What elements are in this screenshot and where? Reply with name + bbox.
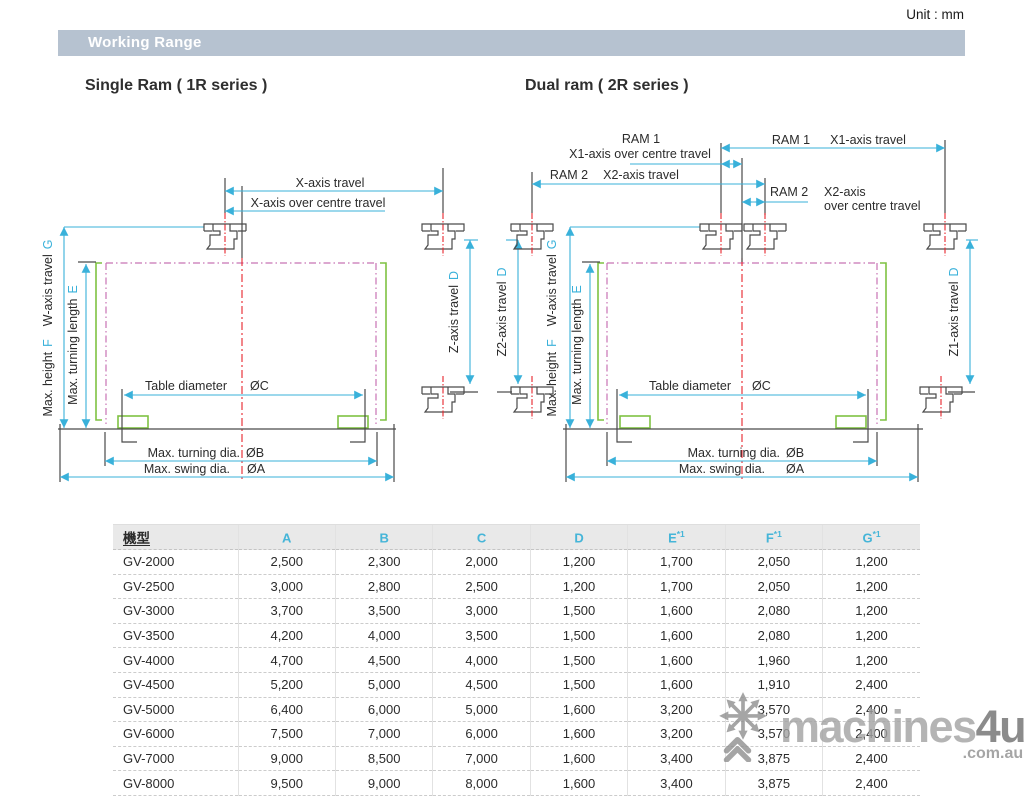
table-row: GV-2500 3,0002,800 2,5001,200 1,7002,050… — [113, 574, 920, 599]
ram2-label-right: RAM 2 — [770, 185, 808, 199]
single-ram-diagram: X-axis travel X-axis over centre travel … — [30, 118, 500, 510]
ram1-over-centre — [700, 213, 742, 256]
table-row: GV-4000 4,7004,500 4,0001,500 1,6001,960… — [113, 648, 920, 673]
turning-length-dimension: Max. turning lengthE — [570, 264, 590, 428]
brochure-page: { "header": { "unit_label": "Unit : mm",… — [0, 0, 1024, 768]
col-header-g: G*1 — [823, 525, 920, 550]
ram-top-left — [204, 213, 246, 256]
spec-table: 機型 A B C D E*1 F*1 G*1 GV-2000 2,5002,30… — [113, 524, 920, 796]
swing-dia-label: Max. swing dia. — [144, 462, 230, 476]
turning-length-dimension: Max. turning lengthE — [66, 264, 86, 428]
ram2-label-left: RAM 2 — [550, 168, 588, 182]
table-row: GV-7000 9,0008,500 7,0001,600 3,4003,875… — [113, 746, 920, 771]
col-header-b: B — [335, 525, 432, 550]
dual-ram-diagram: RAM 1 X1-axis travel RAM 1 X1-axis over … — [490, 118, 1024, 510]
z-axis-dimension: Z-axis travelD — [447, 240, 478, 384]
swing-dia-dimension: Max. swing dia. ØA — [60, 462, 394, 477]
col-header-c: C — [433, 525, 530, 550]
z1-travel-label: Z1-axis travelD — [947, 267, 961, 356]
ram1-top-right — [924, 213, 966, 256]
col-header-model: 機型 — [113, 525, 238, 550]
table-diameter-label: Table diameter — [649, 379, 731, 393]
ram-top-right — [422, 213, 464, 256]
dia-a-label: ØA — [786, 462, 805, 476]
z1-axis-dimension: Z1-axis travelD — [947, 240, 978, 384]
ram-bottom-right — [422, 376, 464, 419]
x-travel-label: X-axis travel — [296, 176, 365, 190]
dia-b-label: ØB — [786, 446, 804, 460]
col-header-d: D — [530, 525, 627, 550]
turning-length-label: Max. turning lengthE — [570, 285, 584, 405]
x2-axis-dimension: RAM 2 X2-axis travel — [532, 168, 765, 184]
max-height-w-travel-label: Max. heightFW-axis travelG — [41, 239, 55, 416]
col-header-f: F*1 — [725, 525, 822, 550]
dia-c-label: ØC — [250, 379, 269, 393]
dual-ram-title: Dual ram ( 2R series ) — [525, 77, 689, 95]
x1-over-centre-dimension: RAM 1 X1-axis over centre travel — [569, 132, 742, 164]
z2-travel-label: Z2-axis travelD — [495, 267, 509, 356]
x2-over-centre-dimension: RAM 2 X2-axis over centre travel — [742, 185, 921, 213]
ram1-bottom-right — [920, 376, 962, 419]
x2-travel-label: X2-axis travel — [603, 168, 679, 182]
section-bar-title: Working Range — [58, 30, 965, 56]
x1-travel-label: X1-axis travel — [830, 133, 906, 147]
table-row: GV-2000 2,5002,300 2,0001,200 1,7002,050… — [113, 550, 920, 575]
turning-dia-dimension: Max. turning dia. ØB — [607, 446, 877, 461]
table-diameter-label: Table diameter — [145, 379, 227, 393]
x-axis-dimension: X-axis travel X-axis over centre travel — [225, 176, 443, 211]
swing-dia-label: Max. swing dia. — [679, 462, 765, 476]
table-diameter-dimension: Table diameter ØC — [124, 379, 363, 395]
single-ram-title: Single Ram ( 1R series ) — [85, 77, 267, 95]
dia-c-label: ØC — [752, 379, 771, 393]
table-row: GV-5000 6,4006,000 5,0001,600 3,2003,570… — [113, 697, 920, 722]
turning-dia-label: Max. turning dia. — [688, 446, 780, 460]
x2-over-label-line1: X2-axis — [824, 185, 866, 199]
ram1-label-left: RAM 1 — [622, 132, 660, 146]
table-row: GV-8000 9,5009,000 8,0001,600 3,4003,875… — [113, 771, 920, 796]
table-row: GV-6000 7,5007,000 6,0001,600 3,2003,570… — [113, 722, 920, 747]
x1-over-label: X1-axis over centre travel — [569, 147, 711, 161]
turning-dia-label: Max. turning dia. — [148, 446, 240, 460]
turning-dia-dimension: Max. turning dia. ØB — [105, 446, 377, 461]
swing-dia-dimension: Max. swing dia. ØA — [566, 462, 918, 477]
ram1-label-right: RAM 1 — [772, 133, 810, 147]
dia-b-label: ØB — [246, 446, 264, 460]
table-row: GV-4500 5,2005,000 4,5001,500 1,6001,910… — [113, 672, 920, 697]
unit-label: Unit : mm — [906, 7, 964, 22]
turning-length-label: Max. turning lengthE — [66, 285, 80, 405]
x-over-label: X-axis over centre travel — [251, 196, 386, 210]
machine-body-outline — [96, 263, 386, 428]
z-travel-label: Z-axis travelD — [447, 271, 461, 353]
table-row: GV-3500 4,2004,000 3,5001,500 1,6002,080… — [113, 623, 920, 648]
x1-axis-dimension: RAM 1 X1-axis travel — [721, 133, 945, 148]
spec-table-container: 機型 A B C D E*1 F*1 G*1 GV-2000 2,5002,30… — [113, 524, 920, 796]
dia-a-label: ØA — [247, 462, 266, 476]
z2-axis-dimension: Z2-axis travelD — [495, 240, 518, 384]
col-header-e: E*1 — [628, 525, 725, 550]
max-height-w-travel-label: Max. heightFW-axis travelG — [545, 239, 559, 416]
watermark-domain: .com.au — [963, 746, 1023, 762]
table-header-row: 機型 A B C D E*1 F*1 G*1 — [113, 525, 920, 550]
section-bar: Working Range — [58, 30, 965, 56]
table-row: GV-3000 3,7003,500 3,0001,500 1,6002,080… — [113, 599, 920, 624]
col-header-a: A — [238, 525, 335, 550]
w-axis-dimension: Max. heightFW-axis travelG — [545, 227, 700, 428]
x2-over-label-line2: over centre travel — [824, 199, 921, 213]
ram2-over-centre — [744, 213, 786, 256]
